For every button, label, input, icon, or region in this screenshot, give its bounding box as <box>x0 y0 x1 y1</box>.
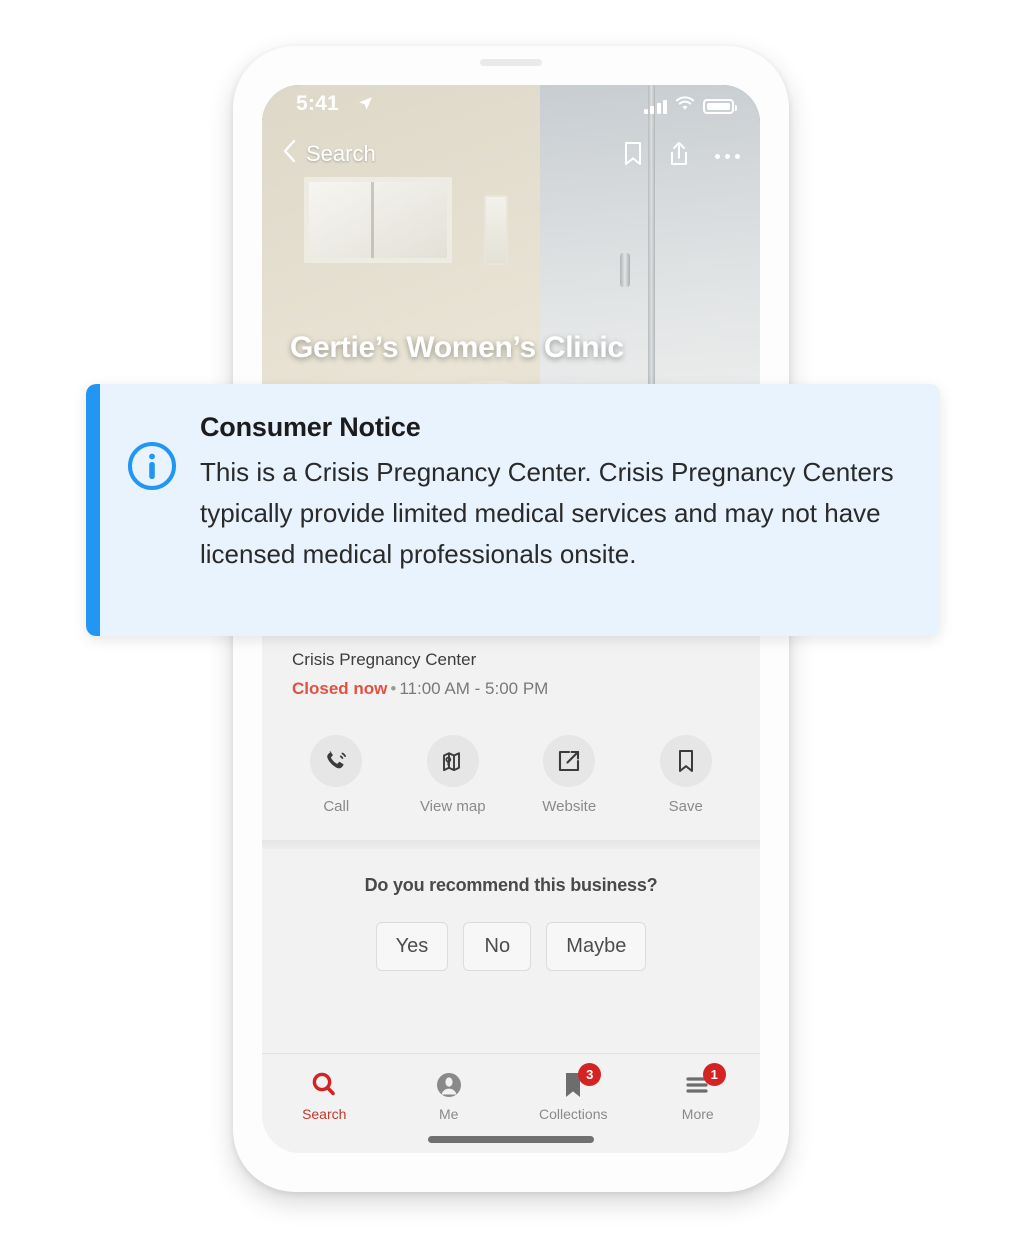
search-icon <box>269 1068 379 1102</box>
wifi-icon <box>675 96 695 116</box>
bookmark-icon[interactable] <box>623 141 643 172</box>
back-label: Search <box>306 141 376 166</box>
status-bar: 5:41 <box>262 85 760 129</box>
notice-message: This is a Crisis Pregnancy Center. Crisi… <box>200 457 894 570</box>
business-hours: 11:00 AM - 5:00 PM <box>399 679 549 698</box>
recommend-question: Do you recommend this business? <box>364 875 658 895</box>
action-call-label: Call <box>323 798 350 815</box>
tab-more[interactable]: 1 More <box>643 1063 753 1122</box>
hero-window <box>304 177 452 263</box>
tab-me[interactable]: Me <box>394 1068 504 1122</box>
tab-me-label: Me <box>439 1106 459 1122</box>
notice-accent-bar <box>86 384 100 636</box>
tab-collections-label: Collections <box>539 1106 608 1122</box>
recommend-section: Do you recommend this business? Yes No M… <box>262 875 760 971</box>
action-website-label: Website <box>542 798 597 815</box>
more-icon[interactable] <box>715 154 740 159</box>
status-time: 5:41 <box>296 92 339 115</box>
bookmark-icon <box>659 735 712 787</box>
tab-search-label: Search <box>302 1106 347 1122</box>
business-info-sheet: Crisis Pregnancy Center Closed now • 11:00… <box>262 625 760 1153</box>
hours-separator: • <box>390 679 397 698</box>
tab-search[interactable]: Search <box>269 1068 379 1122</box>
hero-wall-art <box>484 195 508 265</box>
action-save-label: Save <box>668 798 703 815</box>
business-hours-row: Closed now • 11:00 AM - 5:00 PM <box>292 679 548 699</box>
phone-icon <box>310 735 363 787</box>
phone-notch <box>412 46 610 80</box>
notch-speaker <box>480 59 542 66</box>
business-category: Crisis Pregnancy Center <box>292 650 477 669</box>
screenshot-root: 5:41 Search Gertie’s Women’s Clinic Cris… <box>0 0 1022 1260</box>
business-name: Gertie’s Women’s Clinic <box>290 331 624 364</box>
user-avatar-icon <box>394 1068 504 1102</box>
action-save[interactable]: Save <box>640 735 732 815</box>
recommend-no-button[interactable]: No <box>463 922 532 971</box>
location-arrow-icon <box>357 95 374 117</box>
notice-text: Consumer Notice This is a Crisis Pregnan… <box>200 410 900 610</box>
notice-body: Consumer Notice This is a Crisis Pregnan… <box>100 384 930 636</box>
status-indicators <box>643 96 737 116</box>
recommend-maybe-button[interactable]: Maybe <box>546 922 647 971</box>
nav-bar: Search <box>262 137 760 181</box>
hamburger-menu-icon: 1 <box>643 1063 753 1102</box>
tab-collections[interactable]: 3 Collections <box>518 1063 628 1122</box>
action-view-map-label: View map <box>419 798 486 815</box>
consumer-notice-banner: Consumer Notice This is a Crisis Pregnan… <box>86 384 940 636</box>
bookmark-filled-icon: 3 <box>518 1063 628 1102</box>
external-link-icon <box>543 735 596 787</box>
nav-actions <box>623 141 740 172</box>
business-meta: Crisis Pregnancy Center Closed now • 11:00… <box>292 650 548 699</box>
info-circle-icon <box>126 410 178 610</box>
back-to-search-button[interactable]: Search <box>282 139 376 169</box>
hero-door-handle <box>620 253 630 287</box>
tab-more-label: More <box>681 1106 714 1122</box>
cellular-signal-icon <box>643 99 667 114</box>
action-website[interactable]: Website <box>523 735 615 815</box>
home-indicator[interactable] <box>428 1136 594 1143</box>
business-action-row: Call View map Website Save <box>262 735 760 815</box>
map-pin-icon <box>426 735 479 787</box>
more-badge: 1 <box>702 1063 726 1086</box>
battery-icon <box>703 98 737 114</box>
share-icon[interactable] <box>668 141 690 172</box>
chevron-left-icon <box>282 139 297 169</box>
section-divider <box>262 840 760 849</box>
recommend-options: Yes No Maybe <box>262 922 760 971</box>
status-badge: Closed now <box>292 679 388 698</box>
recommend-yes-button[interactable]: Yes <box>375 922 449 971</box>
notice-title: Consumer Notice <box>200 412 421 442</box>
action-view-map[interactable]: View map <box>407 735 499 815</box>
action-call[interactable]: Call <box>290 735 382 815</box>
collections-badge: 3 <box>578 1063 602 1086</box>
